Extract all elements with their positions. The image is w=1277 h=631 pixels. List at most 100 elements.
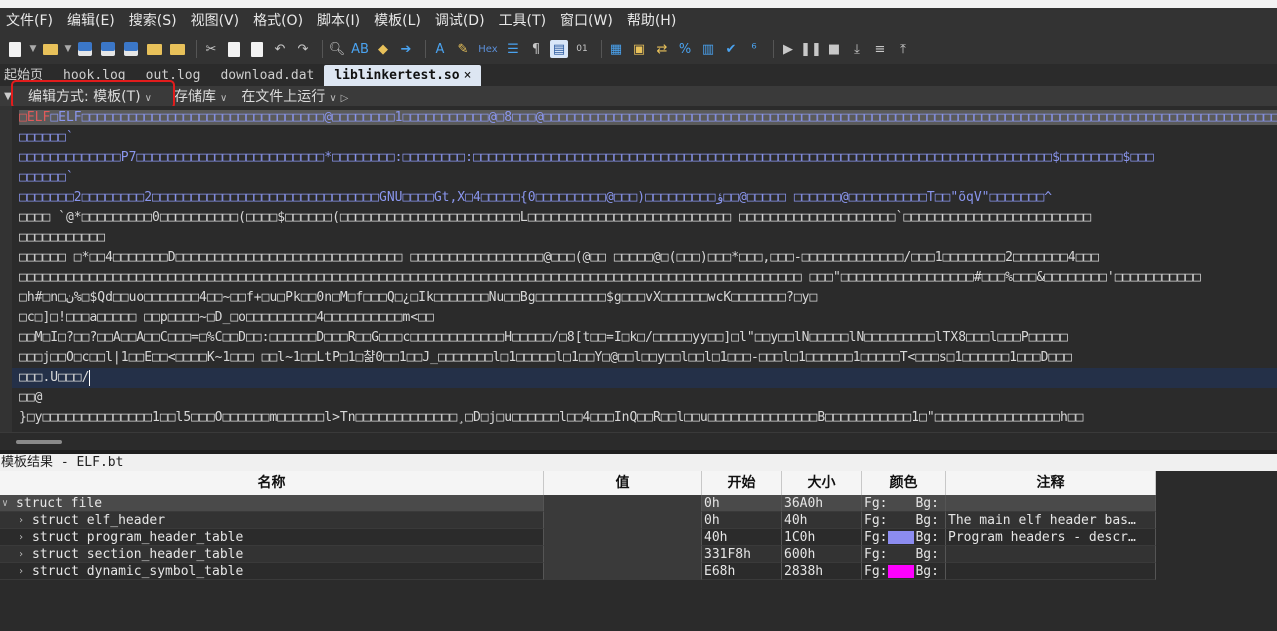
undo-icon[interactable]: ↶ <box>271 40 289 58</box>
paste-icon[interactable] <box>248 40 266 58</box>
fg-color-swatch[interactable] <box>888 564 915 578</box>
columns-icon[interactable]: ☰ <box>504 40 522 58</box>
checksum-icon[interactable]: ✔ <box>722 40 740 58</box>
menu-template[interactable]: 模板(L) <box>368 8 429 34</box>
histogram-icon[interactable]: ▥ <box>699 40 717 58</box>
column-color[interactable]: 颜色 <box>862 471 946 495</box>
close-tab-icon[interactable]: × <box>464 68 472 83</box>
menu-edit[interactable]: 编辑(E) <box>61 8 123 34</box>
highlight-annotation-box <box>11 80 175 109</box>
table-row[interactable]: › struct dynamic_symbol_table E68h 2838h … <box>0 563 1156 580</box>
window-top-strip <box>0 0 1277 8</box>
column-value[interactable]: 值 <box>544 471 702 495</box>
pause-icon[interactable]: ❚❚ <box>800 40 822 58</box>
chevron-down-icon[interactable]: ∨ <box>2 495 8 511</box>
fg-color-swatch[interactable] <box>888 514 914 527</box>
editor-line: □□M□I□?□□?□□A□□A□□C□□□=□%C□□D□□:□□□□□□D□… <box>19 330 1068 345</box>
new-file-dropdown-icon[interactable]: ▼ <box>29 40 37 58</box>
highlight-icon[interactable]: ✎ <box>454 40 472 58</box>
find-in-files-icon[interactable]: ◆ <box>374 40 392 58</box>
editor-line: □□□□□□ □*□□4□□□□□□□D□□□□□□□□□□□□□□□□□□□□… <box>19 250 1100 265</box>
fg-color-swatch[interactable] <box>888 497 914 510</box>
fg-color-swatch[interactable] <box>888 530 915 544</box>
compare-icon[interactable]: ⇄ <box>653 40 671 58</box>
column-name[interactable]: 名称 <box>0 471 544 495</box>
results-rows: ∨ struct file 0h 36A0h Fg: Bg: › struct elf… <box>0 495 1156 580</box>
run-icon[interactable]: ▶ <box>779 40 797 58</box>
menu-script[interactable]: 脚本(I) <box>311 8 368 34</box>
chevron-right-icon[interactable]: › <box>18 512 24 528</box>
calculator-icon[interactable]: ▦ <box>607 40 625 58</box>
file-options-bar: ▼ 编辑方式: 模板(T) ∨ 存储库 ∨ 在文件上运行 ∨ ▷ <box>0 86 1277 106</box>
open-file-dropdown-icon[interactable]: ▼ <box>64 40 72 58</box>
step-into-icon[interactable]: ⤓ <box>848 40 866 58</box>
workspace-icon[interactable] <box>168 40 186 58</box>
insert-icon[interactable]: ▣ <box>630 40 648 58</box>
find-icon[interactable]: 🔍︎ <box>328 40 346 58</box>
column-start[interactable]: 开始 <box>702 471 782 495</box>
column-comment[interactable]: 注释 <box>946 471 1156 495</box>
pilcrow-icon[interactable]: ¶ <box>527 40 545 58</box>
menu-bar: 文件(F) 编辑(E) 搜索(S) 视图(V) 格式(O) 脚本(I) 模板(L… <box>0 8 1277 34</box>
menu-format[interactable]: 格式(O) <box>247 8 311 34</box>
repository-dropdown[interactable]: 存储库 ∨ <box>174 86 227 106</box>
column-size[interactable]: 大小 <box>782 471 862 495</box>
main-toolbar: ▼ ▼ ✂ ↶ ↷ 🔍︎ AB ◆ ➔ A ✎ Hex ☰ ¶ ▤ 01 ▦ ▣… <box>0 34 1277 64</box>
chevron-right-icon[interactable]: › <box>18 563 24 579</box>
table-row[interactable]: › struct section_header_table 331F8h 600h… <box>0 546 1156 563</box>
open-folder-icon[interactable] <box>145 40 163 58</box>
text-cursor <box>89 369 91 386</box>
save-icon[interactable] <box>76 40 94 58</box>
font-icon[interactable]: A <box>431 40 449 58</box>
menu-debug[interactable]: 调试(D) <box>429 8 493 34</box>
fg-color-swatch[interactable] <box>888 548 914 561</box>
save-all-icon[interactable] <box>122 40 140 58</box>
run-on-file-label: 在文件上运行 <box>241 89 326 105</box>
tab-liblinkertest-so[interactable]: liblinkertest.so × <box>324 65 482 86</box>
chevron-down-icon: ∨ <box>329 93 337 104</box>
tab-download-dat[interactable]: download.dat <box>210 65 324 86</box>
menu-tools[interactable]: 工具(T) <box>493 8 554 34</box>
text-view-icon[interactable]: ▤ <box>550 40 568 58</box>
menu-file[interactable]: 文件(F) <box>0 8 61 34</box>
step-out-icon[interactable]: ⤒ <box>894 40 912 58</box>
table-row[interactable]: › struct program_header_table 40h 1C0h Fg… <box>0 529 1156 546</box>
open-file-icon[interactable] <box>41 40 59 58</box>
step-over-icon[interactable]: ≡ <box>871 40 889 58</box>
binary-view-icon[interactable]: 01 <box>573 40 591 58</box>
copy-icon[interactable] <box>225 40 243 58</box>
run-on-file-dropdown[interactable]: 在文件上运行 ∨ ▷ <box>241 86 348 106</box>
table-row[interactable]: ∨ struct file 0h 36A0h Fg: Bg: <box>0 495 1156 512</box>
cut-icon[interactable]: ✂ <box>202 40 220 58</box>
stop-icon[interactable]: ■ <box>825 40 843 58</box>
base-convert-icon[interactable]: ⁶ <box>745 40 763 58</box>
toolbar-separator <box>322 40 323 58</box>
editor-line: □h#□n□ن%□$Qd□□uo□□□□□□□4□□~□□f+□u□Pk□□0n… <box>19 290 818 305</box>
redo-icon[interactable]: ↷ <box>294 40 312 58</box>
play-icon[interactable]: ▷ <box>341 93 349 104</box>
percent-icon[interactable]: % <box>676 40 694 58</box>
menu-help[interactable]: 帮助(H) <box>621 8 684 34</box>
menu-window[interactable]: 窗口(W) <box>554 8 621 34</box>
goto-icon[interactable]: ➔ <box>397 40 415 58</box>
repository-label: 存储库 <box>173 89 216 105</box>
menu-search[interactable]: 搜索(S) <box>123 8 185 34</box>
chevron-right-icon[interactable]: › <box>18 546 24 562</box>
editor-line: □□□□□□` <box>19 130 74 145</box>
hex-toggle[interactable]: Hex <box>477 40 499 58</box>
chevron-right-icon[interactable]: › <box>18 529 24 545</box>
text-editor[interactable]: □ELF□ELF□□□□□□□□□□□□□□□□□□□□□□□□□□□□□□□@… <box>0 106 1277 432</box>
new-file-icon[interactable] <box>6 40 24 58</box>
table-row[interactable]: › struct elf_header 0h 40h Fg: Bg: The mai… <box>0 512 1156 529</box>
save-as-icon[interactable] <box>99 40 117 58</box>
file-tab-bar: 起始页 hook.log out.log download.dat liblin… <box>0 64 1277 86</box>
chevron-down-icon: ∨ <box>219 93 228 104</box>
editor-line: □□□j□□O□c□□l|1□□E□□<□□□□K~1□□□ □□l~1□□Lt… <box>19 350 1072 365</box>
horizontal-scrollbar[interactable] <box>0 432 1277 451</box>
scrollbar-thumb[interactable] <box>16 440 62 444</box>
editor-line: □□□□□□□□□□□ <box>19 230 106 245</box>
editor-line: □□□□□□□□□□□□□□□□□□□□□□□□□□□□□□□□□□□□□□□□… <box>19 270 1201 285</box>
menu-view[interactable]: 视图(V) <box>185 8 248 34</box>
replace-icon[interactable]: AB <box>351 40 369 58</box>
editor-line: □□□□ `@*□□□□□□□□□0□□□□□□□□□□(□□□□$□□□□□□… <box>19 210 1092 225</box>
